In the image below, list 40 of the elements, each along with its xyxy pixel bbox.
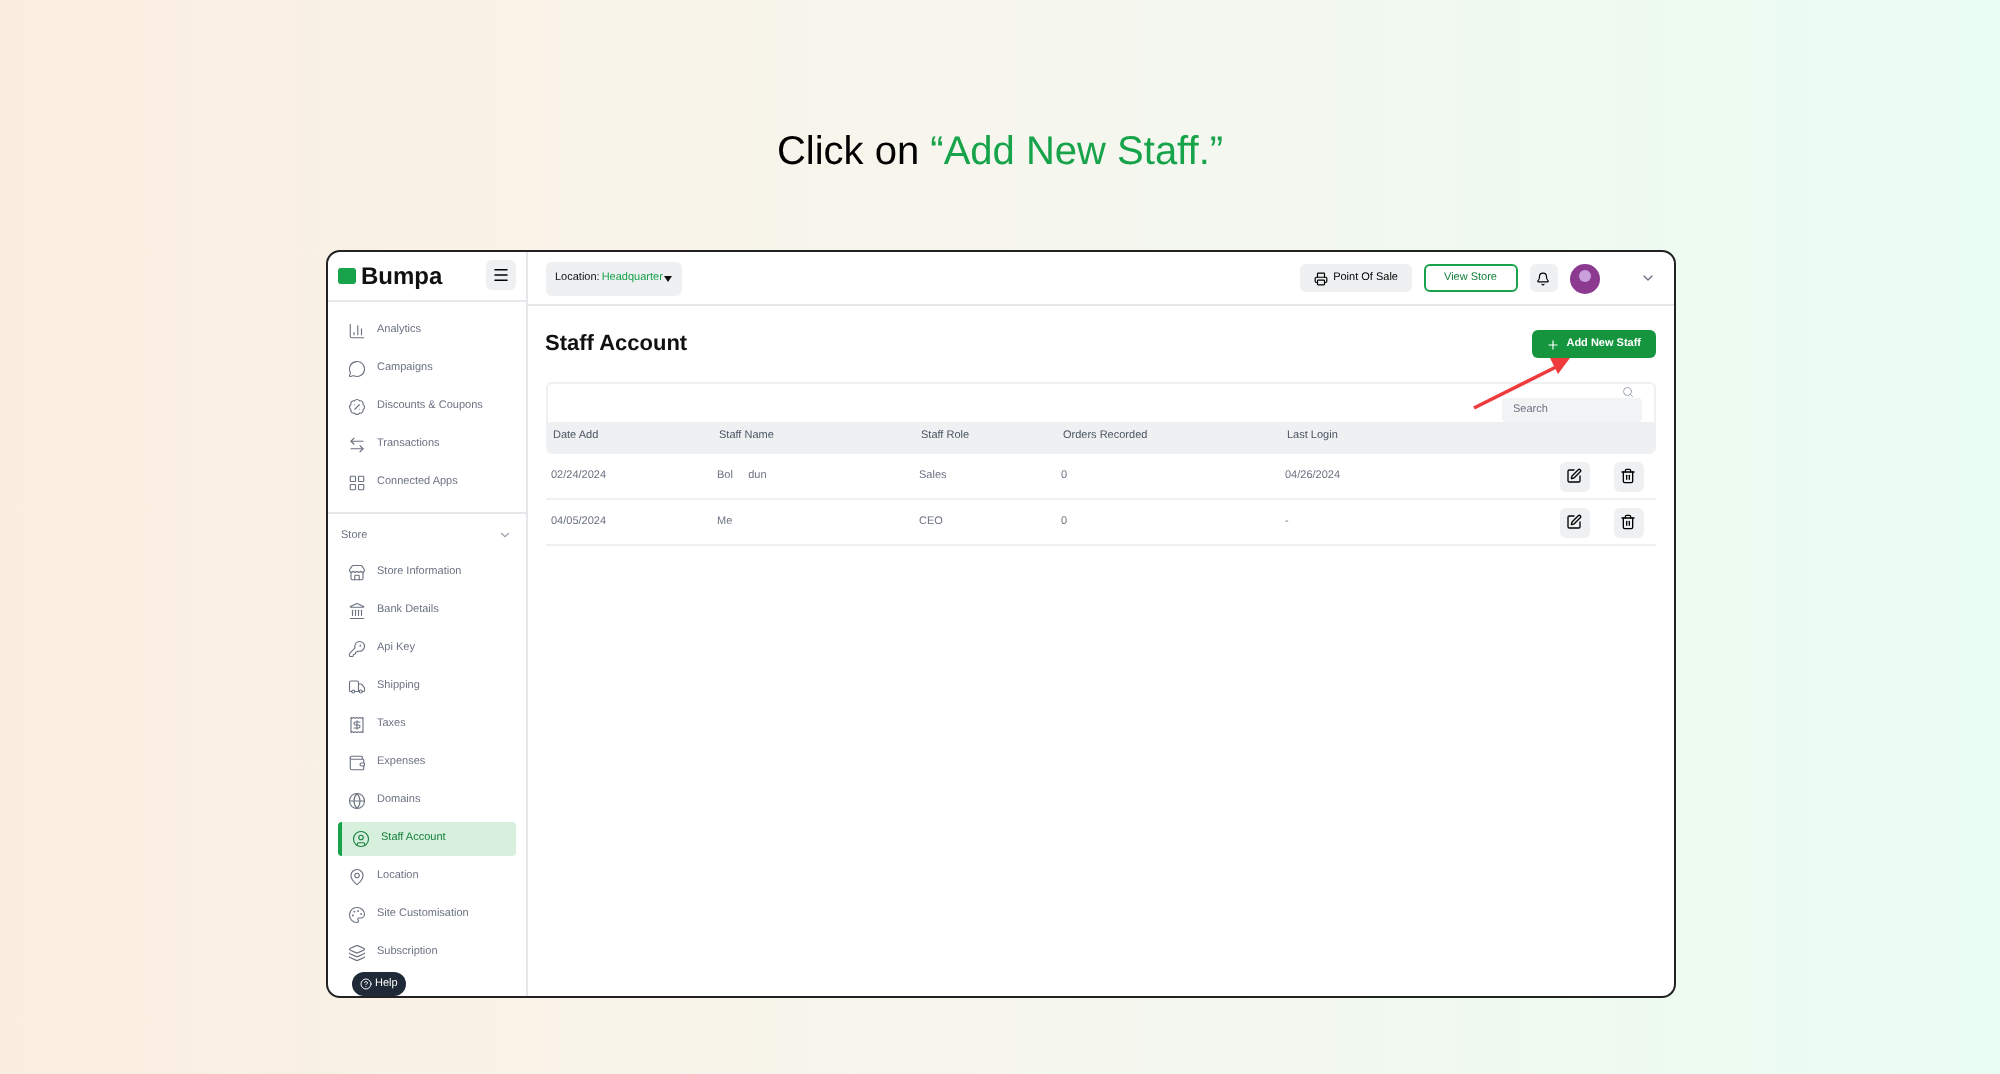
instruction-heading: Click on “Add New Staff.” [776, 128, 1224, 176]
user-icon [351, 830, 369, 848]
bell-icon [1536, 271, 1550, 285]
help-icon [359, 978, 371, 990]
store-icon [347, 564, 365, 582]
trash-icon [1620, 468, 1636, 484]
chevron-icon[interactable] [1639, 270, 1655, 286]
layers-icon [347, 944, 365, 962]
key-icon [347, 640, 365, 658]
chat-icon [347, 359, 365, 378]
palette-icon [347, 906, 365, 924]
menu-button[interactable] [485, 260, 515, 291]
delete-button[interactable] [1613, 507, 1643, 537]
globe-icon [347, 792, 365, 810]
avatar[interactable] [1569, 263, 1599, 293]
badge-icon [347, 397, 365, 416]
search-icon [1621, 385, 1633, 397]
notification-button[interactable] [1529, 264, 1557, 292]
plus-icon [1546, 337, 1561, 351]
pin-icon [347, 868, 365, 886]
pointer-arrow [1470, 352, 1574, 412]
trash-icon [1620, 514, 1636, 530]
wallet-icon [347, 754, 365, 772]
edit-button[interactable] [1559, 461, 1589, 491]
menu-icon [491, 266, 509, 285]
receipt-icon [347, 716, 365, 734]
printer-icon [1313, 271, 1328, 285]
edit-icon [1566, 514, 1582, 530]
delete-button[interactable] [1613, 461, 1643, 491]
truck-icon [347, 678, 365, 696]
caret-icon [664, 275, 673, 281]
arrows-icon [347, 435, 365, 454]
logo-icon [337, 267, 355, 284]
logo-text: Bumpa [361, 259, 443, 294]
edit-button[interactable] [1559, 507, 1589, 537]
bank-icon [347, 602, 365, 620]
chart-icon [347, 321, 365, 340]
page-title: Staff Account [545, 329, 688, 360]
grid-icon [347, 473, 365, 492]
edit-icon [1566, 468, 1582, 484]
